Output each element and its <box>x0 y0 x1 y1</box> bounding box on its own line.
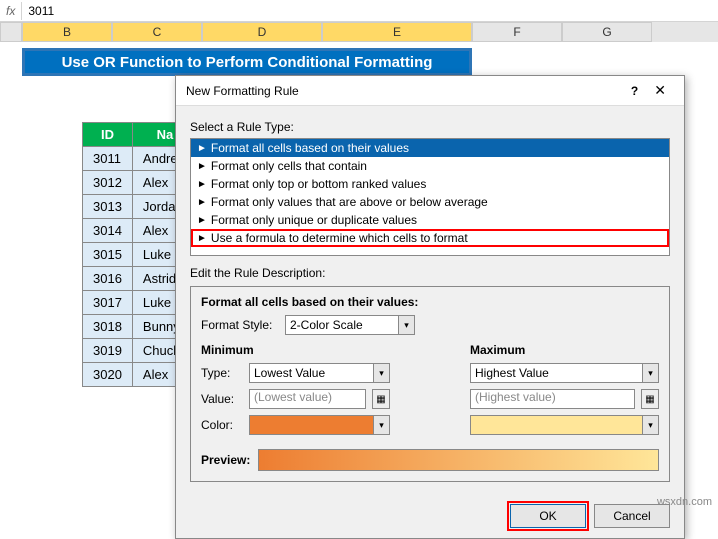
min-value-input[interactable]: (Lowest value) <box>249 389 366 409</box>
desc-title: Format all cells based on their values: <box>201 295 659 309</box>
chevron-down-icon[interactable]: ▾ <box>642 364 658 382</box>
ok-button[interactable]: OK <box>510 504 586 528</box>
dialog-titlebar[interactable]: New Formatting Rule ? ✕ <box>176 76 684 106</box>
formula-bar: fx 3011 <box>0 0 718 22</box>
new-formatting-rule-dialog: New Formatting Rule ? ✕ Select a Rule Ty… <box>175 75 685 539</box>
arrow-icon: ► <box>197 233 207 244</box>
format-style-select[interactable]: 2-Color Scale▾ <box>285 315 415 335</box>
col-header-F[interactable]: F <box>472 22 562 42</box>
rule-type-list[interactable]: ►Format all cells based on their values … <box>190 138 670 256</box>
range-picker-icon[interactable]: ▦ <box>372 389 390 409</box>
chevron-down-icon[interactable]: ▾ <box>398 316 414 334</box>
rule-type-item[interactable]: ►Format only unique or duplicate values <box>191 211 669 229</box>
arrow-icon: ► <box>197 143 207 154</box>
max-type-select[interactable]: Highest Value▾ <box>470 363 659 383</box>
chevron-down-icon[interactable]: ▾ <box>373 416 389 434</box>
max-value-input[interactable]: (Highest value) <box>470 389 635 409</box>
rule-type-item[interactable]: ►Format only values that are above or be… <box>191 193 669 211</box>
col-header-B[interactable]: B <box>22 22 112 42</box>
arrow-icon: ► <box>197 179 207 190</box>
dialog-title: New Formatting Rule <box>186 84 623 98</box>
min-type-select[interactable]: Lowest Value▾ <box>249 363 390 383</box>
chevron-down-icon[interactable]: ▾ <box>373 364 389 382</box>
min-color-select[interactable]: ▾ <box>249 415 390 435</box>
type-label: Type: <box>201 366 243 380</box>
arrow-icon: ► <box>197 197 207 208</box>
chevron-down-icon[interactable]: ▾ <box>642 416 658 434</box>
arrow-icon: ► <box>197 161 207 172</box>
preview-label: Preview: <box>201 453 250 467</box>
edit-rule-desc-label: Edit the Rule Description: <box>190 266 670 280</box>
range-picker-icon[interactable]: ▦ <box>641 389 659 409</box>
col-header-E[interactable]: E <box>322 22 472 42</box>
select-all-corner[interactable] <box>0 22 22 42</box>
help-icon[interactable]: ? <box>623 84 646 98</box>
color-label: Color: <box>201 418 243 432</box>
fx-label[interactable]: fx <box>0 2 22 20</box>
col-header-C[interactable]: C <box>112 22 202 42</box>
title-banner: Use OR Function to Perform Conditional F… <box>22 48 472 76</box>
col-header-D[interactable]: D <box>202 22 322 42</box>
rule-type-item[interactable]: ►Format all cells based on their values <box>191 139 669 157</box>
column-headers: B C D E F G <box>0 22 718 42</box>
maximum-label: Maximum <box>470 343 659 357</box>
rule-type-item[interactable]: ►Format only top or bottom ranked values <box>191 175 669 193</box>
value-label: Value: <box>201 392 243 406</box>
watermark: wsxdn.com <box>657 496 712 508</box>
select-rule-type-label: Select a Rule Type: <box>190 120 670 134</box>
col-header-G[interactable]: G <box>562 22 652 42</box>
max-color-select[interactable]: ▾ <box>470 415 659 435</box>
close-icon[interactable]: ✕ <box>646 82 674 99</box>
header-id[interactable]: ID <box>83 123 133 147</box>
rule-type-item[interactable]: ►Format only cells that contain <box>191 157 669 175</box>
formula-input[interactable]: 3011 <box>22 2 718 20</box>
preview-gradient <box>258 449 659 471</box>
rule-type-item-formula[interactable]: ►Use a formula to determine which cells … <box>191 229 669 247</box>
minimum-label: Minimum <box>201 343 390 357</box>
arrow-icon: ► <box>197 215 207 226</box>
format-style-label: Format Style: <box>201 318 279 332</box>
rule-description-panel: Format all cells based on their values: … <box>190 286 670 482</box>
